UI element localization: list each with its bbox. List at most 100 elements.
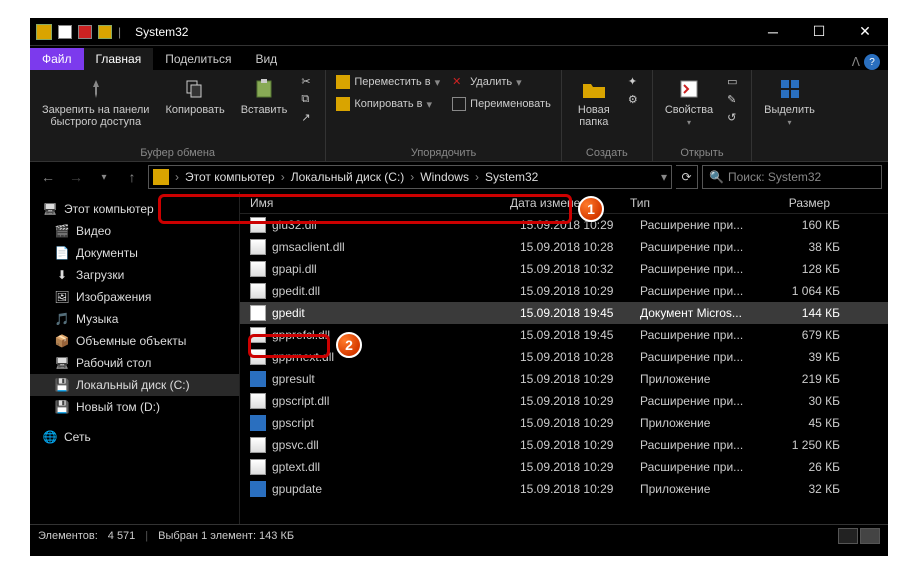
file-type: Расширение при... [640, 328, 780, 342]
file-row[interactable]: gpscript.dll15.09.2018 10:29Расширение п… [240, 390, 888, 412]
tab-home[interactable]: Главная [84, 48, 154, 70]
address-bar[interactable]: › Этот компьютер› Локальный диск (C:)› W… [148, 165, 672, 189]
file-date: 15.09.2018 10:29 [520, 438, 640, 452]
nav-3d-objects[interactable]: 📦Объемные объекты [30, 330, 239, 352]
nav-this-pc[interactable]: 🖥Этот компьютер [30, 198, 239, 220]
col-type[interactable]: Тип [630, 196, 770, 210]
open-button[interactable]: ▭ [725, 74, 743, 90]
breadcrumb-segment[interactable]: Этот компьютер [181, 170, 279, 184]
file-size: 679 КБ [780, 328, 850, 342]
pin-icon [83, 76, 109, 102]
paste-shortcut-button[interactable]: ↗ [299, 110, 317, 126]
nav-music[interactable]: 🎵Музыка [30, 308, 239, 330]
collapse-ribbon-icon[interactable]: ᐱ [852, 55, 860, 69]
easy-access-button[interactable]: ⚙ [626, 92, 644, 108]
history-button[interactable]: ↺ [725, 110, 743, 126]
pin-to-quick-access[interactable]: Закрепить на панели быстрого доступа [38, 74, 153, 130]
breadcrumb-segment[interactable]: System32 [481, 170, 542, 184]
file-size: 1 064 КБ [780, 284, 850, 298]
maximize-button[interactable]: ☐ [796, 18, 842, 46]
tab-file[interactable]: Файл [30, 48, 84, 70]
open-icon: ▭ [727, 75, 741, 89]
file-icon [250, 283, 266, 299]
qat-button[interactable] [58, 25, 72, 39]
help-icon[interactable]: ? [864, 54, 880, 70]
nav-documents[interactable]: 📄Документы [30, 242, 239, 264]
tab-view[interactable]: Вид [243, 48, 289, 70]
recent-locations[interactable]: ▾ [92, 165, 116, 189]
nav-pictures[interactable]: 🖼Изображения [30, 286, 239, 308]
minimize-button[interactable]: ─ [750, 18, 796, 46]
file-date: 15.09.2018 10:29 [520, 394, 640, 408]
cut-button[interactable]: ✂ [299, 74, 317, 90]
file-row[interactable]: gpapi.dll15.09.2018 10:32Расширение при.… [240, 258, 888, 280]
nav-drive-c[interactable]: 💾Локальный диск (C:) [30, 374, 239, 396]
pc-icon: 🖥 [42, 201, 58, 217]
col-size[interactable]: Размер [770, 196, 840, 210]
scissors-icon: ✂ [301, 75, 315, 89]
copy-to-button[interactable]: Копировать в ▾ [334, 96, 442, 112]
file-icon [250, 437, 266, 453]
file-type: Расширение при... [640, 394, 780, 408]
file-row[interactable]: gpsvc.dll15.09.2018 10:29Расширение при.… [240, 434, 888, 456]
col-date[interactable]: Дата изменения [510, 196, 630, 210]
ribbon: Закрепить на панели быстрого доступа Коп… [30, 70, 888, 162]
file-size: 26 КБ [780, 460, 850, 474]
file-row[interactable]: gpprnext.dll15.09.2018 10:28Расширение п… [240, 346, 888, 368]
file-row[interactable]: gptext.dll15.09.2018 10:29Расширение при… [240, 456, 888, 478]
new-item-button[interactable]: ✦ [626, 74, 644, 90]
file-icon [250, 305, 266, 321]
back-button[interactable]: ← [36, 165, 60, 189]
edit-button[interactable]: ✎ [725, 92, 743, 108]
breadcrumb-segment[interactable]: Локальный диск (C:) [287, 170, 409, 184]
file-row[interactable]: gpupdate15.09.2018 10:29Приложение32 КБ [240, 478, 888, 500]
file-row[interactable]: gpedit.dll15.09.2018 10:29Расширение при… [240, 280, 888, 302]
thumbnails-view-button[interactable] [860, 528, 880, 544]
dropdown-icon[interactable]: ▾ [661, 170, 667, 184]
up-button[interactable]: ↑ [120, 165, 144, 189]
refresh-button[interactable]: ⟳ [676, 165, 698, 189]
file-row[interactable]: glu32.dll15.09.2018 10:29Расширение при.… [240, 214, 888, 236]
select-all-button[interactable]: Выделить ▾ [760, 74, 819, 129]
file-name: gptext.dll [272, 460, 520, 474]
details-view-button[interactable] [838, 528, 858, 544]
nav-network[interactable]: 🌐Сеть [30, 426, 239, 448]
search-input[interactable]: 🔍 Поиск: System32 [702, 165, 882, 189]
close-button[interactable]: ✕ [842, 18, 888, 46]
properties-button[interactable]: Свойства ▾ [661, 74, 717, 129]
tab-share[interactable]: Поделиться [153, 48, 243, 70]
file-type: Расширение при... [640, 350, 780, 364]
file-row[interactable]: gpscript15.09.2018 10:29Приложение45 КБ [240, 412, 888, 434]
rename-button[interactable]: Переименовать [450, 96, 553, 112]
move-to-button[interactable]: Переместить в ▾ [334, 74, 442, 90]
file-row[interactable]: gmsaclient.dll15.09.2018 10:28Расширение… [240, 236, 888, 258]
item-count-label: Элементов: [38, 530, 98, 542]
copy-path-button[interactable]: ⧉ [299, 92, 317, 108]
new-item-icon: ✦ [628, 75, 642, 89]
paste-button[interactable]: Вставить [237, 74, 292, 118]
nav-desktop[interactable]: 🖥Рабочий стол [30, 352, 239, 374]
file-name: gpprefcl.dll [272, 328, 520, 342]
forward-button[interactable]: → [64, 165, 88, 189]
new-folder-button[interactable]: Новая папка [570, 74, 618, 130]
nav-downloads[interactable]: ⬇Загрузки [30, 264, 239, 286]
file-size: 38 КБ [780, 240, 850, 254]
col-name[interactable]: Имя [240, 196, 510, 210]
delete-button[interactable]: ✕Удалить ▾ [450, 74, 553, 90]
file-row[interactable]: gpedit15.09.2018 19:45Документ Micros...… [240, 302, 888, 324]
file-type: Приложение [640, 482, 780, 496]
file-row[interactable]: gpprefcl.dll15.09.2018 19:45Расширение п… [240, 324, 888, 346]
file-name: gpedit.dll [272, 284, 520, 298]
folder-icon [36, 24, 52, 40]
file-size: 160 КБ [780, 218, 850, 232]
group-label: Буфер обмена [38, 145, 317, 159]
delete-icon: ✕ [452, 75, 466, 89]
group-label: Упорядочить [334, 145, 552, 159]
nav-drive-d[interactable]: 💾Новый том (D:) [30, 396, 239, 418]
nav-videos[interactable]: 🎬Видео [30, 220, 239, 242]
file-row[interactable]: gpresult15.09.2018 10:29Приложение219 КБ [240, 368, 888, 390]
breadcrumb-segment[interactable]: Windows [416, 170, 473, 184]
file-date: 15.09.2018 19:45 [520, 328, 640, 342]
copy-button[interactable]: Копировать [161, 74, 228, 118]
qat-button[interactable] [78, 25, 92, 39]
